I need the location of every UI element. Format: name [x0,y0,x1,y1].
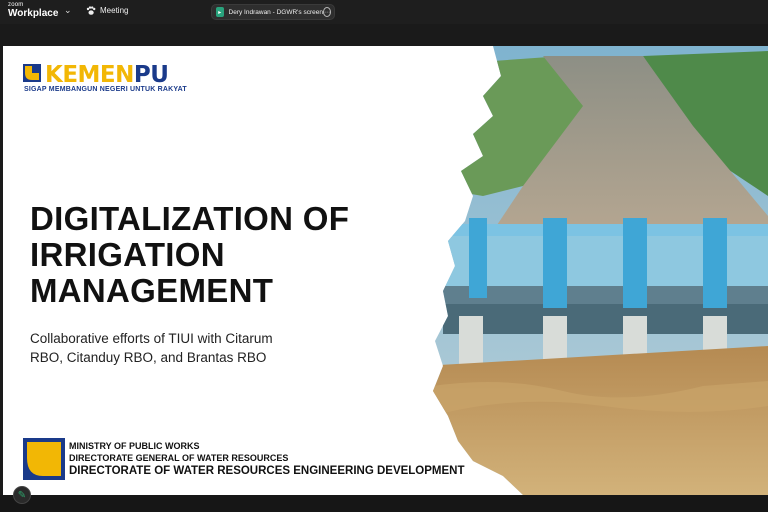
footer-line-3: DIRECTORATE OF WATER RESOURCES ENGINEERI… [69,465,465,477]
screen-share-icon: ▸ [216,7,224,17]
zoom-top-bar: zoom Workplace ⌄ Meeting ▸ Dery Indrawan… [0,0,768,24]
title-line-3: MANAGEMENT [30,272,274,309]
title-line-1: DIGITALIZATION OF [30,200,350,237]
subtitle-line-1: Collaborative efforts of TIUI with Citar… [30,331,273,346]
footer-line-1: MINISTRY OF PUBLIC WORKS [69,441,200,451]
meeting-tab[interactable]: Meeting [86,6,128,15]
slide-title: DIGITALIZATION OF IRRIGATION MANAGEMENT [30,201,390,309]
logo-word-main: KEMEN [45,62,134,88]
logo-word-accent: PU [133,62,169,88]
footer-line-2: DIRECTORATE GENERAL OF WATER RESOURCES [69,452,289,463]
annotate-icon[interactable]: ✎ [13,486,31,504]
kemenpu-emblem-icon [23,64,41,82]
logo-wordmark: KEMENPU [45,62,169,88]
more-icon[interactable]: ⋯ [322,7,331,17]
ministry-emblem-icon [23,438,65,480]
bottom-bar [0,495,768,512]
paw-icon [86,6,96,15]
slide-subtitle: Collaborative efforts of TIUI with Citar… [30,329,320,367]
footer-organization: MINISTRY OF PUBLIC WORKS DIRECTORATE GEN… [69,441,465,478]
chevron-down-icon[interactable]: ⌄ [64,5,72,16]
screen-share-indicator[interactable]: ▸ Dery Indrawan - DGWR's screen ⋯ [211,4,335,20]
title-line-2: IRRIGATION [30,236,225,273]
meeting-label: Meeting [100,6,129,15]
zoom-workplace-menu[interactable]: zoom Workplace [8,2,58,19]
subtitle-line-2: RBO, Citanduy RBO, and Brantas RBO [30,350,267,365]
logo-tagline: SIGAP MEMBANGUN NEGERI UNTUK RAKYAT [24,86,187,93]
brand-big: Workplace [8,8,59,19]
shared-slide: KEMENPU SIGAP MEMBANGUN NEGERI UNTUK RAK… [3,46,768,495]
screen-share-label: Dery Indrawan - DGWR's screen [228,8,323,16]
